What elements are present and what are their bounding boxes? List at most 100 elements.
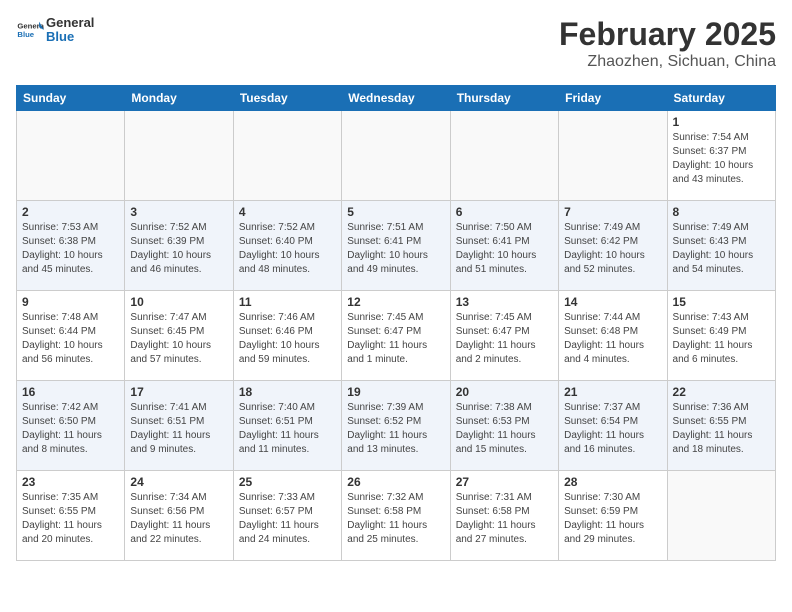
day-info: Sunrise: 7:40 AM Sunset: 6:51 PM Dayligh…: [239, 401, 336, 457]
calendar-cell: [342, 111, 450, 201]
calendar-cell: 18Sunrise: 7:40 AM Sunset: 6:51 PM Dayli…: [233, 381, 341, 471]
day-info: Sunrise: 7:32 AM Sunset: 6:58 PM Dayligh…: [347, 491, 444, 547]
weekday-header-saturday: Saturday: [667, 86, 775, 111]
day-number: 3: [130, 205, 227, 219]
day-info: Sunrise: 7:51 AM Sunset: 6:41 PM Dayligh…: [347, 221, 444, 277]
day-info: Sunrise: 7:50 AM Sunset: 6:41 PM Dayligh…: [456, 221, 553, 277]
calendar-cell: 3 Sunrise: 7:52 AM Sunset: 6:39 PM Daylig…: [125, 201, 233, 291]
day-info: Sunrise: 7:39 AM Sunset: 6:52 PM Dayligh…: [347, 401, 444, 457]
calendar-table: SundayMondayTuesdayWednesdayThursdayFrid…: [16, 85, 776, 561]
calendar-cell: [450, 111, 558, 201]
calendar-cell: 19 Sunrise: 7:39 AM Sunset: 6:52 PM Dayli…: [342, 381, 450, 471]
day-info: Sunrise: 7:31 AM Sunset: 6:58 PM Dayligh…: [456, 491, 553, 547]
logo-icon: General Blue: [16, 16, 44, 44]
day-number: 21: [564, 385, 661, 399]
day-info: Sunrise: 7:45 AM Sunset: 6:47 PM Dayligh…: [456, 311, 553, 367]
calendar-body: 1 Sunrise: 7:54 AM Sunset: 6:37 PM Daylig…: [17, 111, 776, 561]
weekday-header-thursday: Thursday: [450, 86, 558, 111]
calendar-cell: 21 Sunrise: 7:37 AM Sunset: 6:54 PM Dayli…: [559, 381, 667, 471]
day-info: Sunrise: 7:41 AM Sunset: 6:51 PM Dayligh…: [130, 401, 227, 457]
day-info: Sunrise: 7:35 AM Sunset: 6:55 PM Dayligh…: [22, 491, 119, 547]
day-number: 10: [130, 295, 227, 309]
title-section: February 2025 Zhaozhen, Sichuan, China: [559, 16, 776, 71]
calendar-cell: [125, 111, 233, 201]
day-number: 16: [22, 385, 119, 399]
day-number: 24: [130, 475, 227, 489]
calendar-week-row: 2Sunrise: 7:53 AM Sunset: 6:38 PM Daylig…: [17, 201, 776, 291]
day-number: 8: [673, 205, 770, 219]
calendar-cell: 16 Sunrise: 7:42 AM Sunset: 6:50 PM Dayli…: [17, 381, 125, 471]
calendar-cell: 23 Sunrise: 7:35 AM Sunset: 6:55 PM Dayli…: [17, 471, 125, 561]
day-number: 27: [456, 475, 553, 489]
calendar-cell: [233, 111, 341, 201]
calendar-week-row: 1 Sunrise: 7:54 AM Sunset: 6:37 PM Daylig…: [17, 111, 776, 201]
day-info: Sunrise: 7:37 AM Sunset: 6:54 PM Dayligh…: [564, 401, 661, 457]
calendar-cell: 8Sunrise: 7:49 AM Sunset: 6:43 PM Daylig…: [667, 201, 775, 291]
month-title: February 2025: [559, 16, 776, 53]
day-number: 26: [347, 475, 444, 489]
day-number: 4: [239, 205, 336, 219]
day-info: Sunrise: 7:53 AM Sunset: 6:38 PM Dayligh…: [22, 221, 119, 277]
day-info: Sunrise: 7:42 AM Sunset: 6:50 PM Dayligh…: [22, 401, 119, 457]
day-info: Sunrise: 7:48 AM Sunset: 6:44 PM Dayligh…: [22, 311, 119, 367]
calendar-cell: 7 Sunrise: 7:49 AM Sunset: 6:42 PM Daylig…: [559, 201, 667, 291]
logo: General Blue General Blue: [16, 16, 94, 45]
weekday-header-monday: Monday: [125, 86, 233, 111]
calendar-cell: 17Sunrise: 7:41 AM Sunset: 6:51 PM Dayli…: [125, 381, 233, 471]
day-number: 1: [673, 115, 770, 129]
calendar-cell: 13 Sunrise: 7:45 AM Sunset: 6:47 PM Dayli…: [450, 291, 558, 381]
day-number: 15: [673, 295, 770, 309]
day-info: Sunrise: 7:43 AM Sunset: 6:49 PM Dayligh…: [673, 311, 770, 367]
day-info: Sunrise: 7:34 AM Sunset: 6:56 PM Dayligh…: [130, 491, 227, 547]
calendar-cell: 26 Sunrise: 7:32 AM Sunset: 6:58 PM Dayli…: [342, 471, 450, 561]
calendar-cell: 4 Sunrise: 7:52 AM Sunset: 6:40 PM Daylig…: [233, 201, 341, 291]
calendar-cell: 6 Sunrise: 7:50 AM Sunset: 6:41 PM Daylig…: [450, 201, 558, 291]
calendar-cell: 20 Sunrise: 7:38 AM Sunset: 6:53 PM Dayli…: [450, 381, 558, 471]
day-number: 11: [239, 295, 336, 309]
day-number: 20: [456, 385, 553, 399]
day-number: 14: [564, 295, 661, 309]
calendar-cell: 12Sunrise: 7:45 AM Sunset: 6:47 PM Dayli…: [342, 291, 450, 381]
weekday-header-friday: Friday: [559, 86, 667, 111]
weekday-header-wednesday: Wednesday: [342, 86, 450, 111]
calendar-header-row: SundayMondayTuesdayWednesdayThursdayFrid…: [17, 86, 776, 111]
day-number: 13: [456, 295, 553, 309]
day-number: 22: [673, 385, 770, 399]
calendar-cell: [17, 111, 125, 201]
day-number: 6: [456, 205, 553, 219]
calendar-cell: 15 Sunrise: 7:43 AM Sunset: 6:49 PM Dayli…: [667, 291, 775, 381]
day-number: 25: [239, 475, 336, 489]
weekday-header-tuesday: Tuesday: [233, 86, 341, 111]
calendar-cell: [667, 471, 775, 561]
day-info: Sunrise: 7:30 AM Sunset: 6:59 PM Dayligh…: [564, 491, 661, 547]
day-info: Sunrise: 7:52 AM Sunset: 6:39 PM Dayligh…: [130, 221, 227, 277]
calendar-cell: 2Sunrise: 7:53 AM Sunset: 6:38 PM Daylig…: [17, 201, 125, 291]
calendar-cell: 22 Sunrise: 7:36 AM Sunset: 6:55 PM Dayli…: [667, 381, 775, 471]
weekday-header-sunday: Sunday: [17, 86, 125, 111]
day-info: Sunrise: 7:52 AM Sunset: 6:40 PM Dayligh…: [239, 221, 336, 277]
day-number: 19: [347, 385, 444, 399]
calendar-cell: 11 Sunrise: 7:46 AM Sunset: 6:46 PM Dayli…: [233, 291, 341, 381]
calendar-week-row: 16 Sunrise: 7:42 AM Sunset: 6:50 PM Dayli…: [17, 381, 776, 471]
calendar-cell: 27 Sunrise: 7:31 AM Sunset: 6:58 PM Dayli…: [450, 471, 558, 561]
location-title: Zhaozhen, Sichuan, China: [559, 53, 776, 71]
day-info: Sunrise: 7:54 AM Sunset: 6:37 PM Dayligh…: [673, 131, 770, 187]
day-number: 23: [22, 475, 119, 489]
calendar-cell: 25 Sunrise: 7:33 AM Sunset: 6:57 PM Dayli…: [233, 471, 341, 561]
day-info: Sunrise: 7:46 AM Sunset: 6:46 PM Dayligh…: [239, 311, 336, 367]
day-number: 7: [564, 205, 661, 219]
calendar-cell: 24 Sunrise: 7:34 AM Sunset: 6:56 PM Dayli…: [125, 471, 233, 561]
calendar-cell: 5 Sunrise: 7:51 AM Sunset: 6:41 PM Daylig…: [342, 201, 450, 291]
day-info: Sunrise: 7:49 AM Sunset: 6:42 PM Dayligh…: [564, 221, 661, 277]
calendar-week-row: 9Sunrise: 7:48 AM Sunset: 6:44 PM Daylig…: [17, 291, 776, 381]
logo-general: General: [46, 16, 94, 30]
day-info: Sunrise: 7:33 AM Sunset: 6:57 PM Dayligh…: [239, 491, 336, 547]
day-info: Sunrise: 7:36 AM Sunset: 6:55 PM Dayligh…: [673, 401, 770, 457]
day-info: Sunrise: 7:38 AM Sunset: 6:53 PM Dayligh…: [456, 401, 553, 457]
logo-blue: Blue: [46, 30, 94, 44]
day-info: Sunrise: 7:45 AM Sunset: 6:47 PM Dayligh…: [347, 311, 444, 367]
svg-text:Blue: Blue: [17, 30, 34, 39]
day-number: 5: [347, 205, 444, 219]
calendar-cell: 28 Sunrise: 7:30 AM Sunset: 6:59 PM Dayli…: [559, 471, 667, 561]
day-number: 28: [564, 475, 661, 489]
